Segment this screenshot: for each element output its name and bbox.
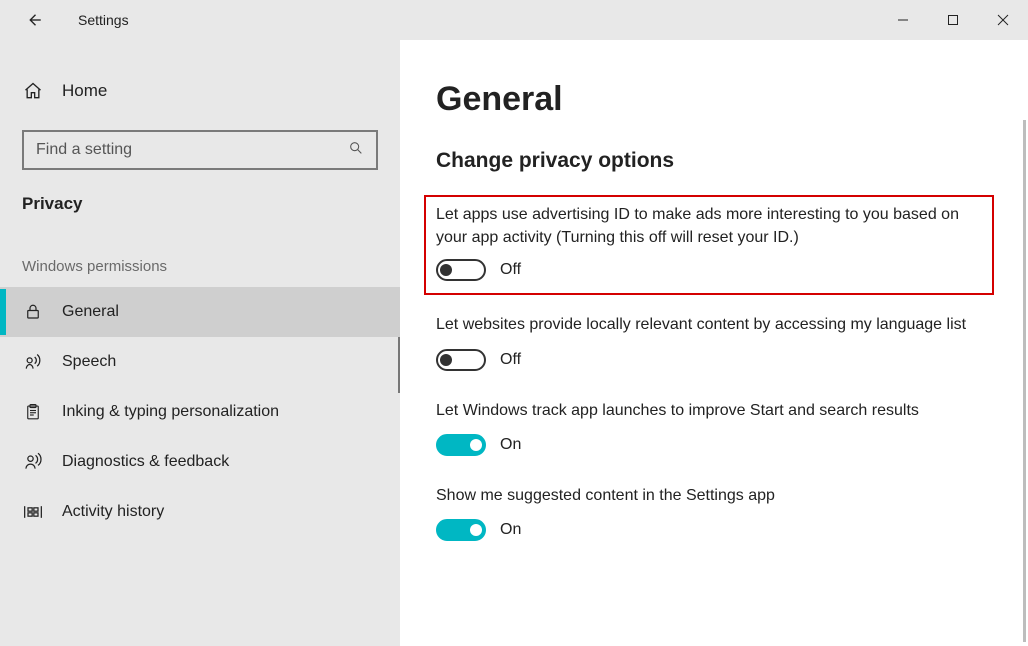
sidebar-item-label: Diagnostics & feedback xyxy=(62,453,229,471)
toggle-state: On xyxy=(500,436,521,454)
search-wrap xyxy=(22,130,378,170)
option-label-app-launches: Let Windows track app launches to improv… xyxy=(436,399,976,422)
toggle-state: Off xyxy=(500,261,521,279)
maximize-icon xyxy=(947,14,959,26)
sidebar-item-inking[interactable]: Inking & typing personalization xyxy=(0,387,400,437)
sidebar-item-label: Speech xyxy=(62,353,116,371)
home-icon xyxy=(22,80,44,102)
toggle-state: On xyxy=(500,521,521,539)
home-label: Home xyxy=(62,81,107,101)
toggle-app-launches[interactable] xyxy=(436,434,486,456)
content-pane: General Change privacy options Let apps … xyxy=(400,40,1028,646)
sidebar-item-label: Activity history xyxy=(62,503,164,521)
sidebar-item-activity[interactable]: Activity history xyxy=(0,487,400,537)
minimize-icon xyxy=(897,14,909,26)
back-button[interactable] xyxy=(20,6,48,34)
option-label-advertising: Let apps use advertising ID to make ads … xyxy=(436,203,976,249)
toggle-advertising-id[interactable] xyxy=(436,259,486,281)
lock-icon xyxy=(22,301,44,323)
timeline-icon xyxy=(22,501,44,523)
minimize-button[interactable] xyxy=(878,0,928,40)
search-icon xyxy=(348,140,364,161)
sidebar-item-label: General xyxy=(62,303,119,321)
window-controls xyxy=(878,0,1028,40)
option-label-language-list: Let websites provide locally relevant co… xyxy=(436,313,976,336)
close-icon xyxy=(997,14,1009,26)
clipboard-icon xyxy=(22,401,44,423)
sidebar: Home Privacy Windows permissions General… xyxy=(0,40,400,646)
section-label: Windows permissions xyxy=(0,258,400,287)
highlight-box: Let apps use advertising ID to make ads … xyxy=(424,195,994,295)
home-nav[interactable]: Home xyxy=(0,70,400,112)
toggle-state: Off xyxy=(500,351,521,369)
sidebar-item-label: Inking & typing personalization xyxy=(62,403,279,421)
toggle-language-list[interactable] xyxy=(436,349,486,371)
feedback-icon xyxy=(22,451,44,473)
option-label-suggested-content: Show me suggested content in the Setting… xyxy=(436,484,976,507)
sidebar-item-diagnostics[interactable]: Diagnostics & feedback xyxy=(0,437,400,487)
window-title: Settings xyxy=(78,12,129,28)
titlebar: Settings xyxy=(0,0,1028,40)
section-heading: Change privacy options xyxy=(436,149,992,173)
scrollbar[interactable] xyxy=(1023,120,1026,642)
sidebar-item-speech[interactable]: Speech xyxy=(0,337,400,387)
search-input-box[interactable] xyxy=(22,130,378,170)
close-button[interactable] xyxy=(978,0,1028,40)
toggle-suggested-content[interactable] xyxy=(436,519,486,541)
speech-icon xyxy=(22,351,44,373)
sidebar-item-general[interactable]: General xyxy=(0,287,400,337)
page-title: General xyxy=(436,80,992,119)
category-label: Privacy xyxy=(0,194,400,258)
arrow-left-icon xyxy=(25,11,43,29)
maximize-button[interactable] xyxy=(928,0,978,40)
search-input[interactable] xyxy=(36,141,348,159)
